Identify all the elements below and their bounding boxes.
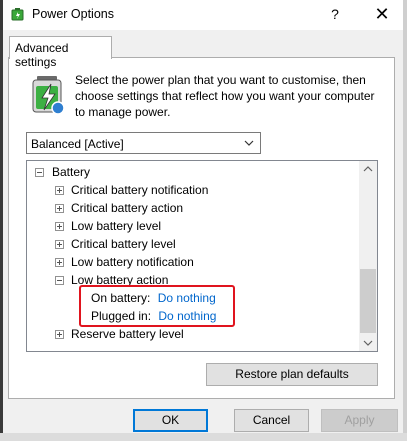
power-plan-value: Balanced [Active]	[31, 137, 124, 151]
expand-icon[interactable]	[55, 330, 64, 339]
description-text: Select the power plan that you want to c…	[75, 73, 375, 119]
tree-item[interactable]: Reserve battery level	[55, 325, 184, 343]
tree-label: Critical battery action	[71, 201, 184, 215]
help-button[interactable]: ?	[315, 0, 355, 30]
chevron-down-icon	[244, 140, 254, 146]
tree-label: Battery	[52, 165, 91, 179]
restore-plan-defaults-button[interactable]: Restore plan defaults	[206, 363, 378, 386]
tree-item-battery[interactable]: Battery	[35, 163, 90, 181]
cancel-button[interactable]: Cancel	[234, 409, 309, 432]
power-options-icon	[11, 8, 24, 21]
tree-label: Low battery level	[71, 219, 162, 233]
cancel-label: Cancel	[252, 413, 291, 427]
title-bar: Power Options ? ✕	[3, 0, 403, 30]
tree-label: Reserve battery level	[71, 327, 184, 341]
close-button[interactable]: ✕	[361, 0, 403, 30]
expand-icon[interactable]	[55, 204, 64, 213]
tree-item[interactable]: Low battery notification	[55, 253, 194, 271]
vertical-scrollbar[interactable]	[359, 161, 377, 351]
scroll-thumb[interactable]	[360, 269, 376, 333]
tree-item[interactable]: Critical battery level	[55, 235, 176, 253]
tab-label: Advanced settings	[15, 41, 69, 69]
ok-button[interactable]: OK	[133, 409, 208, 432]
collapse-icon[interactable]	[55, 276, 64, 285]
tree-label: Critical battery level	[71, 237, 176, 251]
expand-icon[interactable]	[55, 222, 64, 231]
expand-icon[interactable]	[55, 258, 64, 267]
ok-label: OK	[161, 413, 180, 427]
window-edge-right	[403, 0, 407, 441]
expand-icon[interactable]	[55, 240, 64, 249]
collapse-icon[interactable]	[35, 168, 44, 177]
expand-icon[interactable]	[55, 186, 64, 195]
restore-label: Restore plan defaults	[235, 367, 349, 381]
tree-item[interactable]: Critical battery notification	[55, 181, 208, 199]
highlight-annotation	[79, 285, 235, 327]
window-edge-left	[0, 0, 3, 441]
tree-item[interactable]: Critical battery action	[55, 199, 183, 217]
tree-label: Critical battery notification	[71, 183, 209, 197]
scroll-down-icon[interactable]	[363, 339, 373, 347]
apply-label: Apply	[344, 413, 375, 427]
window-title: Power Options	[32, 7, 114, 21]
battery-icon	[32, 76, 65, 115]
scroll-up-icon[interactable]	[363, 165, 373, 173]
power-plan-dropdown[interactable]: Balanced [Active]	[26, 132, 261, 154]
tree-label: Low battery notification	[71, 255, 194, 269]
apply-button[interactable]: Apply	[321, 409, 398, 432]
window-bottom-edge	[0, 433, 407, 441]
tab-advanced-settings[interactable]: Advanced settings	[9, 36, 112, 69]
tree-item[interactable]: Low battery level	[55, 217, 161, 235]
